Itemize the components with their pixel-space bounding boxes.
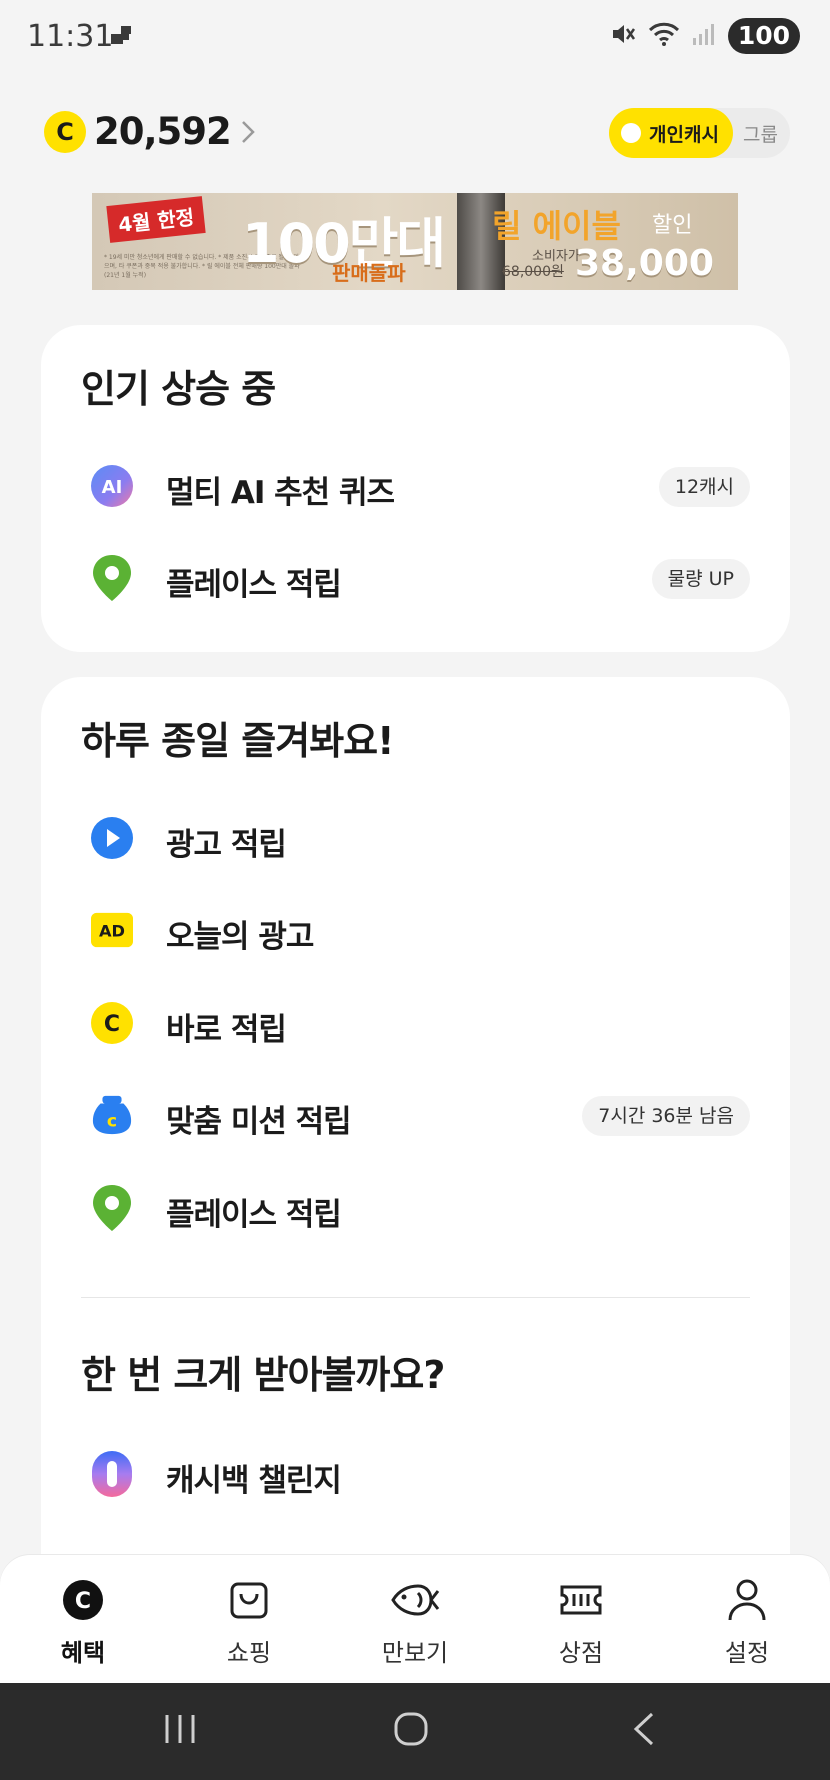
list-item-ad-earn[interactable]: 광고 적립 [41,803,790,873]
home-icon[interactable] [393,1711,429,1751]
svg-text:C: C [75,1589,91,1614]
system-nav-bar [0,1683,830,1780]
svg-text:AI: AI [102,477,123,498]
nav-label: 혜택 [60,1639,106,1667]
signal-icon [692,22,716,50]
list-item-label: 바로 적립 [166,1012,287,1048]
wifi-icon [648,21,680,51]
list-item-cashback-challenge[interactable]: 캐시백 챌린지 [41,1439,790,1509]
toggle-active-label: 개인캐시 [649,123,719,146]
section-title: 인기 상승 중 [81,367,276,411]
ad-icon: AD [91,909,133,951]
notification-icon [111,26,133,50]
map-pin-icon [91,555,133,601]
ai-icon: AI [91,465,133,507]
capsule-icon [91,1451,133,1497]
list-item-label: 광고 적립 [166,827,287,863]
list-item-instant-earn[interactable]: C 바로 적립 [41,988,790,1058]
play-icon [91,817,133,859]
pouch-icon: c [91,1094,133,1136]
ticket-icon [521,1575,641,1625]
map-pin-icon [91,1185,133,1231]
shopping-bag-icon [189,1575,309,1625]
toggle-personal-cash[interactable]: 개인캐시 [609,108,733,158]
list-item-label: 플레이스 적립 [166,1197,342,1233]
toggle-group[interactable]: 그룹 [743,120,778,147]
section-title: 하루 종일 즐겨봐요! [81,719,394,763]
svg-text:c: c [107,1111,117,1131]
coin-icon: C [44,110,86,153]
banner-original-price: 68,000원 [502,264,564,280]
list-item-ai-quiz[interactable]: AI 멀티 AI 추천 퀴즈 12캐시 [41,451,790,521]
cash-type-toggle[interactable]: 개인캐시 그룹 [609,108,790,158]
nav-tab-store[interactable]: 상점 [521,1575,641,1668]
mute-icon [610,21,636,51]
popular-card: 인기 상승 중 AI 멀티 AI 추천 퀴즈 12캐시 플레이스 적립 물량 U… [41,325,790,652]
nav-tab-benefit[interactable]: C 혜택 [23,1575,143,1668]
toggle-knob [621,123,641,143]
banner-tag: 4월 한정 [106,196,206,243]
list-item-label: 오늘의 광고 [166,919,314,955]
status-time: 11:31 [27,19,114,54]
banner-brand: 릴 에이블 [492,207,621,245]
list-item-today-ad[interactable]: AD 오늘의 광고 [41,895,790,965]
back-icon[interactable] [630,1711,656,1751]
list-item-place[interactable]: 플레이스 적립 [41,1173,790,1243]
chevron-right-icon [241,120,255,148]
cash-balance[interactable]: C 20,592 [44,110,255,153]
user-icon [687,1575,807,1625]
nav-tab-pedometer[interactable]: 만보기 [355,1575,475,1668]
section-divider [81,1297,750,1298]
promo-banner[interactable]: 4월 한정 * 19세 미만 청소년에게 판매할 수 없습니다. * 제품 소진… [92,193,738,290]
benefit-icon: C [23,1575,143,1625]
bottom-nav: C 혜택 쇼핑 만보기 상점 설정 [0,1555,830,1683]
nav-label: 상점 [558,1639,604,1667]
ad-icon-text: AD [99,922,125,941]
banner-subheadline: 판매돌파 [332,261,406,285]
reward-badge: 12캐시 [658,467,750,507]
nav-label: 만보기 [381,1639,449,1667]
battery-indicator: 100 [727,18,800,54]
nav-tab-shopping[interactable]: 쇼핑 [189,1575,309,1668]
list-item-label: 캐시백 챌린지 [166,1463,342,1499]
status-bar: 11:31 100 [0,0,830,74]
reward-badge: 물량 UP [651,559,750,599]
list-item-custom-mission[interactable]: c 맞춤 미션 적립 7시간 36분 남음 [41,1080,790,1150]
fish-icon [355,1575,475,1625]
banner-price: 38,000원 [575,243,714,284]
list-item-place[interactable]: 플레이스 적립 물량 UP [41,543,790,613]
nav-label: 설정 [724,1639,770,1667]
screen: 11:31 100 C 20,592 개인캐시 그룹 4월 한정 * 19세 미… [0,0,830,1780]
section-title: 한 번 크게 받아볼까요? [81,1353,445,1397]
banner-sale: 할인 [652,213,693,238]
list-item-label: 멀티 AI 추천 퀴즈 [166,475,395,511]
list-item-label: 플레이스 적립 [166,567,342,603]
coin-icon-text: C [104,1012,120,1037]
recent-apps-icon[interactable] [163,1711,197,1751]
nav-tab-settings[interactable]: 설정 [687,1575,807,1668]
nav-label: 쇼핑 [226,1639,272,1667]
time-remaining-badge: 7시간 36분 남음 [582,1096,750,1136]
coin-icon: C [91,1002,133,1044]
list-item-label: 맞춤 미션 적립 [166,1104,352,1140]
cash-amount: 20,592 [94,110,232,153]
